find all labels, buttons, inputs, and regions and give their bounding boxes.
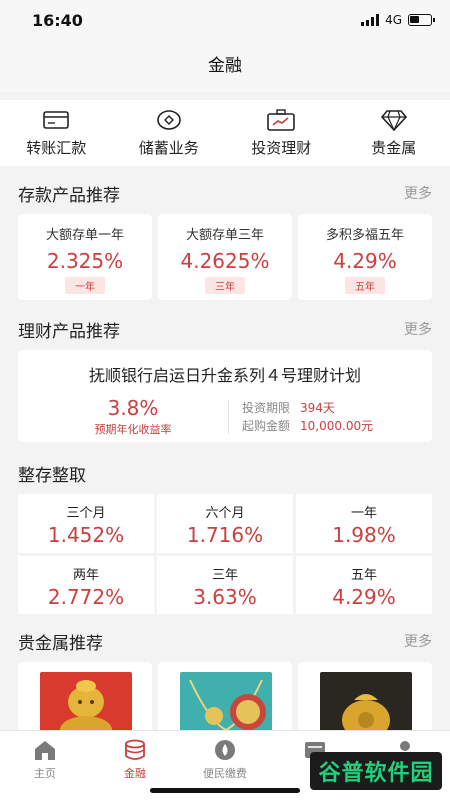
wealth-section-header: 理财产品推荐 更多 [0,308,450,348]
deposit-name: 大额存单一年 [45,228,124,243]
term-cell[interactable]: 五年 4.29% [296,555,432,614]
section-title: 整存整取 [18,466,86,486]
deposit-products: 大额存单一年 2.325% 一年 大额存单三年 4.2625% 三年 多积多福五… [18,214,432,300]
term-name: 三年 [211,567,238,583]
term-name: 六个月 [205,506,245,521]
gold-pendant-image [180,672,272,730]
term-rate: 1.98% [332,523,396,547]
watermark-text: 谷普软件园 [318,761,434,786]
tab-label: 金融 [124,767,146,780]
deposit-card[interactable]: 大额存单一年 2.325% 一年 [18,214,152,300]
briefcase-chart-icon [267,108,296,131]
wealth-term-info: 投资期限 394天 [242,399,335,416]
metal-card[interactable] [298,662,432,730]
quick-menu-label: 转账汇款 [26,138,87,157]
wealth-rate: 3.8% [107,396,159,420]
signal-icon [361,14,380,26]
term-rate: 1.716% [186,523,264,547]
main-content[interactable]: 转账汇款 储蓄业务 投资理财 贵金属 存款产品推荐 更多 大额存单一年 2.32… [0,92,450,730]
deposit-name: 多积多福五年 [325,228,404,243]
deposit-card[interactable]: 大额存单三年 4.2625% 三年 [158,214,292,300]
wealth-more-link[interactable]: 更多 [404,319,432,339]
metal-more-link[interactable]: 更多 [404,631,432,651]
term-name: 五年 [350,567,377,583]
wealth-rate-label: 预期年化收益率 [94,423,172,436]
term-name: 三个月 [66,506,106,521]
quick-menu-savings[interactable]: 储蓄业务 [113,100,226,166]
quick-menu-label: 投资理财 [251,138,312,157]
home-icon [33,739,57,761]
term-cell[interactable]: 三年 3.63% [157,555,293,614]
term-cell[interactable]: 三个月 1.452% [18,494,154,553]
quick-menu-metal[interactable]: 贵金属 [338,100,450,166]
deposit-section-header: 存款产品推荐 更多 [0,172,450,212]
page-title: 金融 [208,56,242,76]
quick-menu: 转账汇款 储蓄业务 投资理财 贵金属 [0,100,450,166]
tab-label: 便民缴费 [203,767,247,780]
status-bar: 16:40 4G [0,0,450,40]
deposit-term-tag: 五年 [345,277,385,294]
wealth-min-label: 起购金额 [242,419,291,433]
deposit-name: 大额存单三年 [185,228,264,243]
gold-bag-image [320,672,412,730]
card-icon [42,109,70,131]
gold-figurine-image [40,672,132,730]
quick-menu-label: 储蓄业务 [138,138,199,157]
status-time: 16:40 [32,11,83,30]
deposit-term-tag: 三年 [205,277,245,294]
section-title: 理财产品推荐 [18,322,120,342]
deposit-rate: 4.29% [333,249,397,273]
quick-menu-transfer[interactable]: 转账汇款 [0,100,113,166]
home-indicator [150,788,300,793]
wealth-min-value: 10,000.00元 [300,419,374,433]
metal-card[interactable] [158,662,292,730]
section-title: 贵金属推荐 [18,634,103,654]
diamond-icon [380,109,408,131]
term-rate: 1.452% [47,523,125,547]
divider [228,400,229,434]
term-cell[interactable]: 一年 1.98% [296,494,432,553]
drop-icon [213,739,237,761]
term-rate: 4.29% [332,584,396,609]
tab-home[interactable]: 主页 [0,731,90,800]
term-deposit-section-header: 整存整取 [0,452,450,492]
term-deposit-grid: 三个月 1.452% 六个月 1.716% 一年 1.98% 两年 2.772%… [18,494,432,614]
nav-bar: 金融 [0,40,450,92]
watermark-logo: 谷普软件园 [310,752,442,790]
deposit-card[interactable]: 多积多福五年 4.29% 五年 [298,214,432,300]
battery-icon [408,14,435,26]
status-indicators: 4G [361,13,435,27]
wealth-term-label: 投资期限 [242,401,291,415]
term-name: 两年 [72,567,99,583]
quick-menu-invest[interactable]: 投资理财 [225,100,338,166]
coins-icon [123,739,147,761]
term-cell[interactable]: 六个月 1.716% [157,494,293,553]
term-cell[interactable]: 两年 2.772% [18,555,154,614]
deposit-rate: 4.2625% [180,249,270,273]
term-rate: 2.772% [47,584,125,609]
term-name: 一年 [350,506,377,521]
metal-section-header: 贵金属推荐 更多 [0,620,450,660]
wealth-min-info: 起购金额 10,000.00元 [242,417,373,434]
tab-label: 主页 [34,767,56,780]
section-title: 存款产品推荐 [18,186,120,206]
metal-products [18,662,432,730]
deposit-term-tag: 一年 [65,277,105,294]
wealth-product-card[interactable]: 抚顺银行启运日升金系列４号理财计划 3.8% 预期年化收益率 投资期限 394天 … [18,350,432,442]
coin-icon [155,109,183,131]
metal-card[interactable] [18,662,152,730]
deposit-rate: 2.325% [46,249,124,273]
wealth-product-name: 抚顺银行启运日升金系列４号理财计划 [88,366,361,385]
network-type: 4G [385,13,402,27]
quick-menu-label: 贵金属 [371,138,417,157]
deposit-more-link[interactable]: 更多 [404,183,432,203]
term-rate: 3.63% [193,584,257,609]
wealth-term-value: 394天 [300,401,335,415]
